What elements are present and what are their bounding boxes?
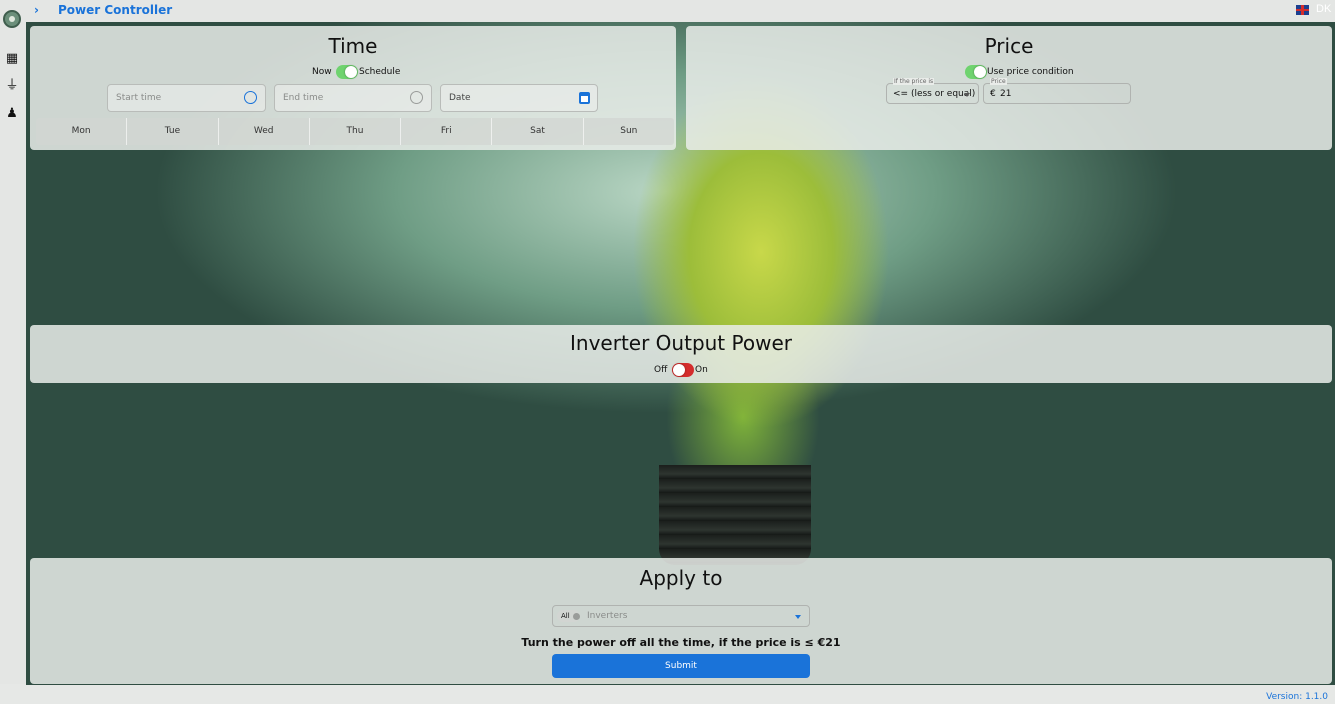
inverter-power-panel: Inverter Output Power Off On: [30, 325, 1332, 383]
language-dk[interactable]: DK: [1316, 3, 1331, 15]
date-field[interactable]: Date: [440, 84, 598, 112]
inverter-power-title: Inverter Output Power: [570, 331, 792, 355]
on-label: On: [695, 365, 708, 375]
price-value[interactable]: 21: [1000, 89, 1011, 99]
end-time-field[interactable]: End time: [274, 84, 432, 112]
expand-chevron-icon[interactable]: ›: [34, 3, 39, 17]
action-summary: Turn the power off all the time, if the …: [521, 636, 841, 649]
version-label: Version: 1.1.0: [1266, 692, 1328, 702]
start-time-field[interactable]: Start time: [107, 84, 266, 112]
price-input[interactable]: Price € 21: [983, 78, 1131, 104]
now-label: Now: [312, 67, 332, 77]
currency-symbol: €: [990, 89, 996, 99]
clock-icon[interactable]: [410, 91, 423, 104]
inverters-select[interactable]: All Inverters: [552, 605, 810, 627]
time-panel: Time Now Schedule Start time End time Da…: [30, 26, 676, 150]
uk-flag-icon[interactable]: [1296, 5, 1309, 15]
price-condition-toggle[interactable]: [965, 65, 987, 79]
now-schedule-toggle[interactable]: [336, 65, 358, 79]
app-title: Power Controller: [58, 3, 173, 17]
bulb-base-decoration: [659, 465, 811, 565]
price-title: Price: [984, 34, 1034, 58]
inverters-placeholder: Inverters: [587, 611, 628, 621]
price-condition-label: Use price condition: [987, 67, 1074, 77]
chip-remove-icon[interactable]: [573, 613, 580, 620]
day-wed[interactable]: Wed: [219, 118, 310, 145]
day-mon[interactable]: Mon: [36, 118, 128, 145]
weekday-selector: Mon Tue Wed Thu Fri Sat Sun: [36, 118, 674, 145]
calendar-icon[interactable]: [579, 92, 590, 104]
power-on-off-toggle[interactable]: [672, 363, 694, 377]
top-bar: › Power Controller DK: [0, 0, 1335, 22]
day-tue[interactable]: Tue: [127, 118, 219, 145]
day-fri[interactable]: Fri: [401, 118, 493, 145]
submit-button[interactable]: Submit: [552, 654, 810, 678]
day-sun[interactable]: Sun: [584, 118, 674, 145]
apply-title: Apply to: [639, 566, 723, 590]
price-panel: Price Use price condition If the price i…: [686, 26, 1332, 150]
solar-panel-icon[interactable]: ▦: [5, 52, 19, 66]
chevron-down-icon[interactable]: [964, 93, 970, 97]
plug-icon[interactable]: ⏚: [5, 79, 19, 93]
schedule-label: Schedule: [359, 67, 401, 77]
condition-select[interactable]: If the price is <= (less or equal): [886, 78, 979, 104]
off-label: Off: [654, 365, 668, 375]
time-title: Time: [328, 34, 378, 58]
clock-icon[interactable]: [244, 91, 257, 104]
day-thu[interactable]: Thu: [310, 118, 402, 145]
chevron-down-icon[interactable]: [795, 615, 801, 619]
app-logo[interactable]: [3, 10, 21, 28]
bell-icon[interactable]: ♟: [5, 107, 19, 121]
day-sat[interactable]: Sat: [492, 118, 584, 145]
sidebar: ▦ ⏚ ♟: [0, 22, 26, 684]
